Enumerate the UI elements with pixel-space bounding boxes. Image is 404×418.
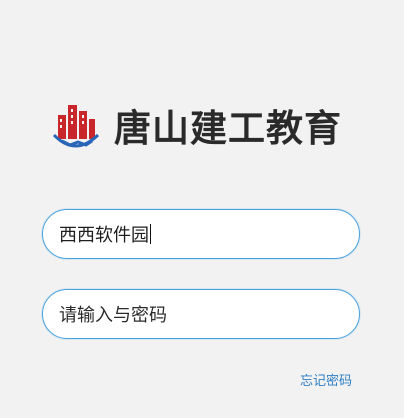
forgot-password-link[interactable]: 忘记密码: [300, 370, 352, 389]
buildings-handshake-logo-icon: [52, 105, 100, 148]
text-caret: [150, 224, 151, 244]
password-field[interactable]: 请输入与密码: [42, 289, 360, 339]
username-field[interactable]: 西西软件园: [42, 209, 360, 259]
brand-header: 唐山建工教育: [44, 92, 342, 164]
password-placeholder: 请输入与密码: [59, 305, 167, 326]
login-screen: 唐山建工教育 西西软件园 请输入与密码 忘记密码: [0, 0, 404, 418]
brand-name: 唐山建工教育: [114, 105, 342, 150]
username-value: 西西软件园: [59, 225, 149, 246]
